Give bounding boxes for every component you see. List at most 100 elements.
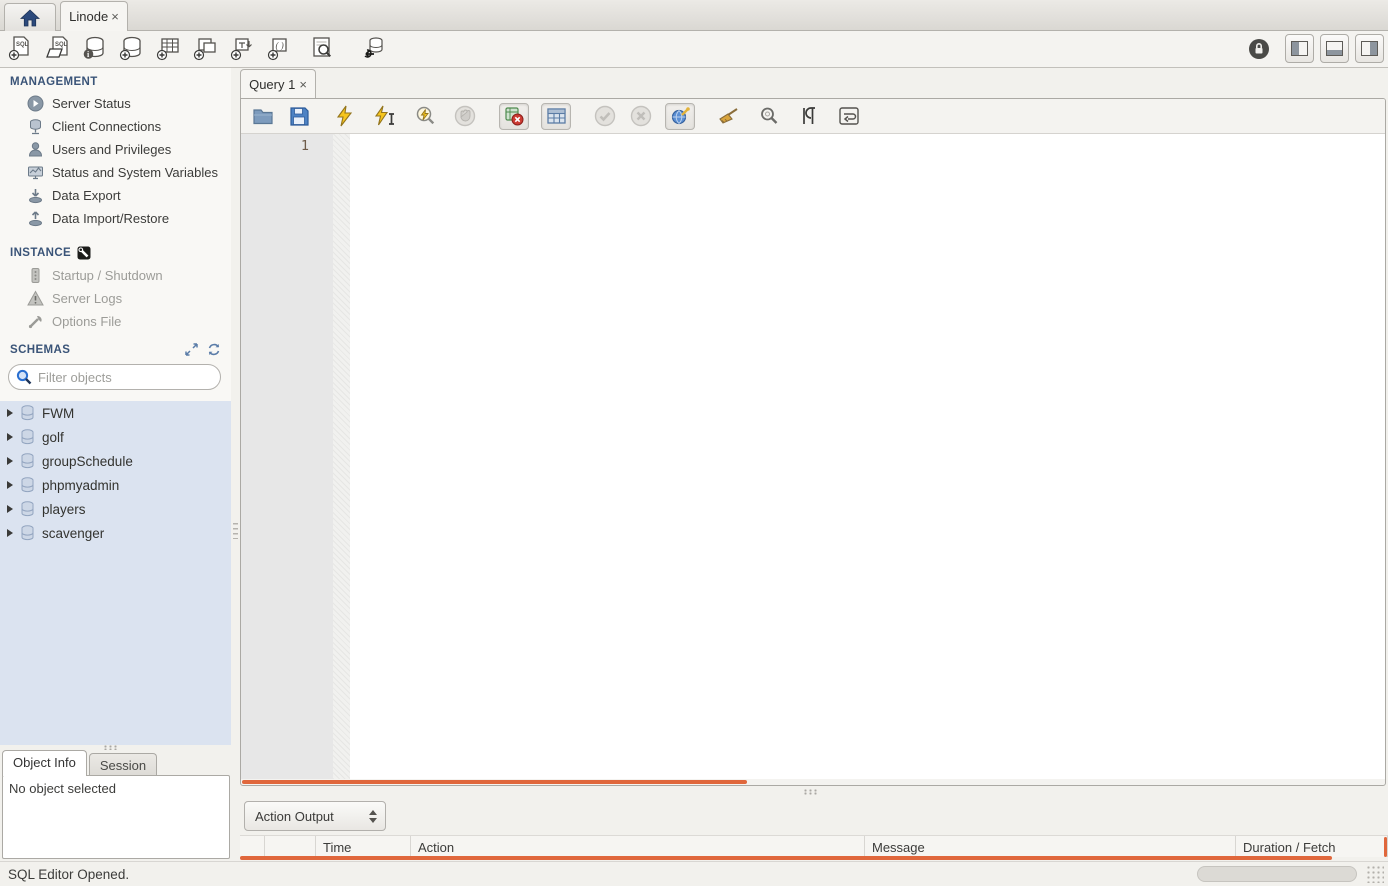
rollback-icon[interactable] [629, 104, 653, 128]
commit-icon[interactable] [593, 104, 617, 128]
expander-icon[interactable] [7, 409, 13, 417]
sidebar-splitter[interactable] [231, 68, 240, 861]
sidebar-item-startup-shutdown[interactable]: Startup / Shutdown [0, 264, 231, 287]
connection-tab-close-icon[interactable]: × [111, 10, 119, 23]
expander-icon[interactable] [7, 529, 13, 537]
window-resize-grip-icon[interactable] [1366, 865, 1384, 883]
stop-on-error-icon [505, 107, 524, 126]
sidebar-item-client-connections[interactable]: Client Connections [0, 115, 231, 138]
sidebar-item-server-status[interactable]: Server Status [0, 92, 231, 115]
output-type-selector[interactable]: Action Output [244, 801, 386, 831]
schema-filter-input[interactable] [38, 370, 198, 385]
execute-script-icon[interactable] [333, 104, 357, 128]
object-info-area: Object Info Session No object selected [0, 745, 231, 861]
sidebar-item-label: Startup / Shutdown [52, 268, 163, 283]
options-file-icon [27, 313, 44, 330]
find-in-script-icon[interactable] [757, 104, 781, 128]
expander-icon[interactable] [7, 457, 13, 465]
schema-row-golf[interactable]: golf [0, 425, 231, 449]
toggle-word-wrap-icon[interactable] [837, 104, 861, 128]
open-file-icon[interactable] [251, 104, 275, 128]
line-number-gutter: 1 [241, 134, 333, 779]
schema-row-fwm[interactable]: FWM [0, 401, 231, 425]
output-col-status[interactable] [240, 836, 265, 857]
output-col-duration[interactable]: Duration / Fetch [1236, 836, 1388, 857]
toggle-right-sidebar-button[interactable] [1355, 34, 1384, 63]
system-variables-icon [27, 164, 44, 181]
schema-icon [20, 477, 35, 493]
clear-query-icon[interactable] [717, 104, 741, 128]
open-sql-script-icon[interactable]: SQL [45, 35, 69, 61]
save-script-icon[interactable] [287, 104, 311, 128]
output-horizontal-scrollbar-thumb[interactable] [240, 856, 1332, 860]
output-col-index[interactable] [265, 836, 316, 857]
editor-horizontal-scrollbar-thumb[interactable] [242, 780, 747, 784]
query-tab-bar: Query 1 × [240, 68, 1386, 98]
create-function-icon[interactable]: ( ) [267, 35, 291, 61]
sidebar-item-label: Users and Privileges [52, 142, 171, 157]
schema-row-players[interactable]: players [0, 497, 231, 521]
svg-text:SQL: SQL [55, 42, 68, 48]
query-tab-label: Query 1 [249, 77, 295, 92]
expander-icon[interactable] [7, 433, 13, 441]
schema-name: golf [42, 430, 64, 445]
tab-object-info[interactable]: Object Info [2, 750, 87, 776]
expander-icon[interactable] [7, 505, 13, 513]
output-vertical-scrollbar-thumb[interactable] [1384, 837, 1387, 857]
output-type-label: Action Output [255, 809, 369, 824]
expand-schemas-icon[interactable] [185, 343, 198, 356]
toggle-stop-on-error-button[interactable] [499, 103, 529, 130]
expander-icon[interactable] [7, 481, 13, 489]
mysql-workbench-window: Linode × SQL SQL i [0, 0, 1388, 886]
create-procedure-icon[interactable] [230, 35, 254, 61]
schema-filter-box[interactable] [8, 364, 221, 390]
toggle-autocommit-button[interactable] [665, 103, 695, 130]
create-view-icon[interactable] [193, 35, 217, 61]
sidebar-item-options-file[interactable]: Options File [0, 310, 231, 333]
search-table-data-icon[interactable] [310, 35, 334, 61]
toggle-output-area-button[interactable] [1320, 34, 1349, 63]
tab-home[interactable] [4, 3, 56, 31]
main-toolbar: SQL SQL i ( ) [0, 31, 1388, 68]
data-import-icon [27, 210, 44, 227]
show-invisibles-icon[interactable] [797, 104, 821, 128]
sidebar-item-data-export[interactable]: Data Export [0, 184, 231, 207]
new-query-tab-icon[interactable]: SQL [8, 35, 32, 61]
toggle-left-sidebar-button[interactable] [1285, 34, 1314, 63]
reconnect-database-icon[interactable] [361, 35, 385, 61]
sidebar-item-data-import[interactable]: Data Import/Restore [0, 207, 231, 230]
tab-connection-linode[interactable]: Linode × [60, 1, 128, 31]
execute-current-statement-icon[interactable] [373, 104, 397, 128]
sidebar-item-users-and-privileges[interactable]: Users and Privileges [0, 138, 231, 161]
sidebar-item-label: Data Import/Restore [52, 211, 169, 226]
sidebar-item-label: Options File [52, 314, 121, 329]
output-col-action[interactable]: Action [411, 836, 865, 857]
stop-execution-icon[interactable] [453, 104, 477, 128]
server-status-icon [27, 95, 44, 112]
sql-text-area[interactable] [350, 134, 1385, 779]
limit-rows-button[interactable] [541, 103, 571, 130]
schema-row-scavenger[interactable]: scavenger [0, 521, 231, 545]
create-schema-icon[interactable] [119, 35, 143, 61]
sql-editor-toolbar [241, 99, 1385, 134]
explain-plan-icon[interactable] [413, 104, 437, 128]
connection-tab-bar: Linode × [0, 0, 1388, 31]
output-col-message[interactable]: Message [865, 836, 1236, 857]
create-table-icon[interactable] [156, 35, 180, 61]
tab-session[interactable]: Session [89, 753, 157, 776]
sidebar-item-server-logs[interactable]: Server Logs [0, 287, 231, 310]
output-col-time[interactable]: Time [316, 836, 411, 857]
home-icon [20, 9, 40, 27]
inactive-scrollbar-thumb[interactable] [1197, 866, 1357, 882]
query-tab-close-icon[interactable]: × [299, 78, 307, 91]
schema-icon [20, 429, 35, 445]
refresh-schemas-icon[interactable] [207, 343, 221, 356]
schema-row-phpmyadmin[interactable]: phpmyadmin [0, 473, 231, 497]
tab-query-1[interactable]: Query 1 × [240, 69, 316, 98]
sidebar-item-label: Server Logs [52, 291, 122, 306]
schema-row-groupschedule[interactable]: groupSchedule [0, 449, 231, 473]
sidebar-item-status-system-variables[interactable]: Status and System Variables [0, 161, 231, 184]
output-splitter[interactable] [240, 786, 1388, 797]
schema-info-icon[interactable]: i [82, 35, 106, 61]
startup-shutdown-icon [27, 267, 44, 284]
